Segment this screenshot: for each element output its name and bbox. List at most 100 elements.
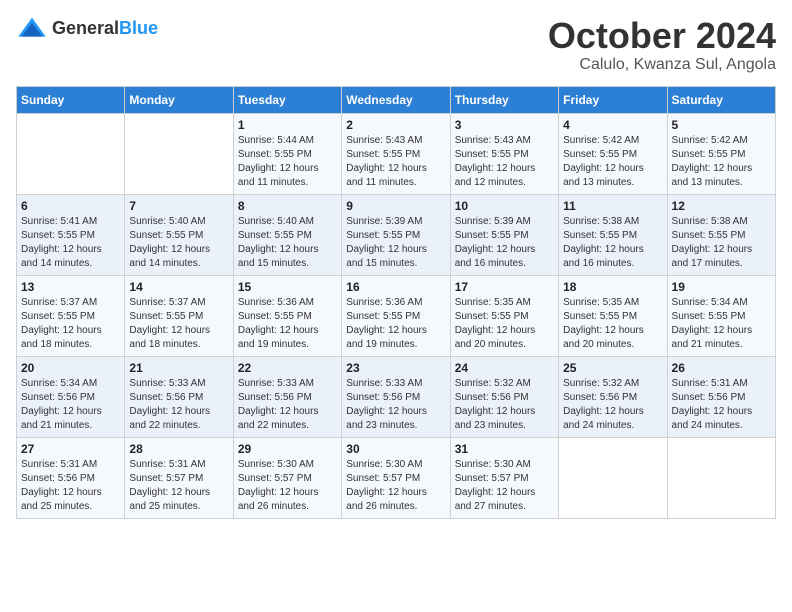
week-row-5: 27Sunrise: 5:31 AMSunset: 5:56 PMDayligh… <box>17 437 776 518</box>
calendar-cell: 7 Sunrise: 5:40 AMSunset: 5:55 PMDaylight… <box>125 194 233 275</box>
week-row-2: 6 Sunrise: 5:41 AMSunset: 5:55 PMDaylight… <box>17 194 776 275</box>
day-number: 19 <box>672 280 771 294</box>
calendar-cell: 2 Sunrise: 5:43 AMSunset: 5:55 PMDaylight… <box>342 113 450 194</box>
title-area: October 2024 Calulo, Kwanza Sul, Angola <box>548 16 776 74</box>
day-number: 9 <box>346 199 445 213</box>
day-detail: Sunrise: 5:44 AMSunset: 5:55 PMDaylight:… <box>238 134 337 190</box>
day-number: 29 <box>238 442 337 456</box>
calendar-cell: 21Sunrise: 5:33 AMSunset: 5:56 PMDayligh… <box>125 356 233 437</box>
weekday-header-wednesday: Wednesday <box>342 86 450 113</box>
calendar-cell: 10 Sunrise: 5:39 AMSunset: 5:55 PMDayligh… <box>450 194 558 275</box>
day-detail: Sunrise: 5:36 AMSunset: 5:55 PMDaylight:… <box>346 296 445 352</box>
week-row-4: 20Sunrise: 5:34 AMSunset: 5:56 PMDayligh… <box>17 356 776 437</box>
logo-icon <box>16 16 48 40</box>
calendar-cell: 22 Sunrise: 5:33 AMSunset: 5:56 PMDayligh… <box>233 356 341 437</box>
weekday-header-tuesday: Tuesday <box>233 86 341 113</box>
calendar-cell: 28 Sunrise: 5:31 AMSunset: 5:57 PMDayligh… <box>125 437 233 518</box>
day-number: 10 <box>455 199 554 213</box>
day-number: 6 <box>21 199 120 213</box>
calendar-cell <box>17 113 125 194</box>
day-detail: Sunrise: 5:32 AMSunset: 5:56 PMDaylight:… <box>455 377 554 433</box>
calendar-cell: 1Sunrise: 5:44 AMSunset: 5:55 PMDaylight… <box>233 113 341 194</box>
day-detail: Sunrise: 5:33 AMSunset: 5:56 PMDaylight:… <box>346 377 445 433</box>
logo: GeneralBlue <box>16 16 158 40</box>
day-number: 12 <box>672 199 771 213</box>
day-detail: Sunrise: 5:33 AMSunset: 5:56 PMDaylight:… <box>238 377 337 433</box>
calendar-cell <box>667 437 775 518</box>
calendar-cell: 31 Sunrise: 5:30 AMSunset: 5:57 PMDayligh… <box>450 437 558 518</box>
day-number: 31 <box>455 442 554 456</box>
day-detail: Sunrise: 5:38 AMSunset: 5:55 PMDaylight:… <box>672 215 771 271</box>
day-number: 7 <box>129 199 228 213</box>
weekday-header-monday: Monday <box>125 86 233 113</box>
day-detail: Sunrise: 5:30 AMSunset: 5:57 PMDaylight:… <box>455 458 554 514</box>
calendar-cell: 24 Sunrise: 5:32 AMSunset: 5:56 PMDayligh… <box>450 356 558 437</box>
weekday-header-friday: Friday <box>559 86 667 113</box>
calendar-cell: 30 Sunrise: 5:30 AMSunset: 5:57 PMDayligh… <box>342 437 450 518</box>
calendar-cell: 26 Sunrise: 5:31 AMSunset: 5:56 PMDayligh… <box>667 356 775 437</box>
day-detail: Sunrise: 5:35 AMSunset: 5:55 PMDaylight:… <box>563 296 662 352</box>
day-detail: Sunrise: 5:31 AMSunset: 5:57 PMDaylight:… <box>129 458 228 514</box>
day-number: 17 <box>455 280 554 294</box>
day-detail: Sunrise: 5:32 AMSunset: 5:56 PMDaylight:… <box>563 377 662 433</box>
day-number: 26 <box>672 361 771 375</box>
day-number: 30 <box>346 442 445 456</box>
location-subtitle: Calulo, Kwanza Sul, Angola <box>548 56 776 74</box>
calendar-cell: 4 Sunrise: 5:42 AMSunset: 5:55 PMDaylight… <box>559 113 667 194</box>
calendar-cell: 9 Sunrise: 5:39 AMSunset: 5:55 PMDaylight… <box>342 194 450 275</box>
calendar-cell <box>125 113 233 194</box>
day-detail: Sunrise: 5:31 AMSunset: 5:56 PMDaylight:… <box>21 458 120 514</box>
day-number: 18 <box>563 280 662 294</box>
week-row-3: 13 Sunrise: 5:37 AMSunset: 5:55 PMDayligh… <box>17 275 776 356</box>
weekday-header-saturday: Saturday <box>667 86 775 113</box>
calendar-table: SundayMondayTuesdayWednesdayThursdayFrid… <box>16 86 776 519</box>
day-number: 5 <box>672 118 771 132</box>
day-number: 24 <box>455 361 554 375</box>
day-number: 23 <box>346 361 445 375</box>
weekday-header-thursday: Thursday <box>450 86 558 113</box>
day-detail: Sunrise: 5:30 AMSunset: 5:57 PMDaylight:… <box>346 458 445 514</box>
day-detail: Sunrise: 5:43 AMSunset: 5:55 PMDaylight:… <box>455 134 554 190</box>
day-number: 28 <box>129 442 228 456</box>
day-number: 22 <box>238 361 337 375</box>
weekday-header-sunday: Sunday <box>17 86 125 113</box>
logo-text-general: General <box>52 18 119 38</box>
day-detail: Sunrise: 5:39 AMSunset: 5:55 PMDaylight:… <box>455 215 554 271</box>
calendar-cell: 14Sunrise: 5:37 AMSunset: 5:55 PMDayligh… <box>125 275 233 356</box>
calendar-cell: 23 Sunrise: 5:33 AMSunset: 5:56 PMDayligh… <box>342 356 450 437</box>
day-detail: Sunrise: 5:37 AMSunset: 5:55 PMDaylight:… <box>129 296 228 352</box>
calendar-cell: 18 Sunrise: 5:35 AMSunset: 5:55 PMDayligh… <box>559 275 667 356</box>
day-number: 2 <box>346 118 445 132</box>
page-header: GeneralBlue October 2024 Calulo, Kwanza … <box>16 16 776 74</box>
calendar-cell: 16 Sunrise: 5:36 AMSunset: 5:55 PMDayligh… <box>342 275 450 356</box>
calendar-cell: 3 Sunrise: 5:43 AMSunset: 5:55 PMDaylight… <box>450 113 558 194</box>
day-detail: Sunrise: 5:41 AMSunset: 5:55 PMDaylight:… <box>21 215 120 271</box>
calendar-cell: 11Sunrise: 5:38 AMSunset: 5:55 PMDayligh… <box>559 194 667 275</box>
day-detail: Sunrise: 5:34 AMSunset: 5:55 PMDaylight:… <box>672 296 771 352</box>
day-number: 11 <box>563 199 662 213</box>
day-detail: Sunrise: 5:39 AMSunset: 5:55 PMDaylight:… <box>346 215 445 271</box>
day-detail: Sunrise: 5:40 AMSunset: 5:55 PMDaylight:… <box>129 215 228 271</box>
day-number: 16 <box>346 280 445 294</box>
day-number: 20 <box>21 361 120 375</box>
day-number: 4 <box>563 118 662 132</box>
day-detail: Sunrise: 5:42 AMSunset: 5:55 PMDaylight:… <box>563 134 662 190</box>
calendar-cell: 27Sunrise: 5:31 AMSunset: 5:56 PMDayligh… <box>17 437 125 518</box>
calendar-cell: 20Sunrise: 5:34 AMSunset: 5:56 PMDayligh… <box>17 356 125 437</box>
day-detail: Sunrise: 5:37 AMSunset: 5:55 PMDaylight:… <box>21 296 120 352</box>
calendar-cell: 29Sunrise: 5:30 AMSunset: 5:57 PMDayligh… <box>233 437 341 518</box>
calendar-cell: 15Sunrise: 5:36 AMSunset: 5:55 PMDayligh… <box>233 275 341 356</box>
calendar-cell: 17Sunrise: 5:35 AMSunset: 5:55 PMDayligh… <box>450 275 558 356</box>
calendar-cell: 13 Sunrise: 5:37 AMSunset: 5:55 PMDayligh… <box>17 275 125 356</box>
calendar-cell: 19 Sunrise: 5:34 AMSunset: 5:55 PMDayligh… <box>667 275 775 356</box>
day-detail: Sunrise: 5:40 AMSunset: 5:55 PMDaylight:… <box>238 215 337 271</box>
weekday-header-row: SundayMondayTuesdayWednesdayThursdayFrid… <box>17 86 776 113</box>
calendar-cell: 12 Sunrise: 5:38 AMSunset: 5:55 PMDayligh… <box>667 194 775 275</box>
day-detail: Sunrise: 5:42 AMSunset: 5:55 PMDaylight:… <box>672 134 771 190</box>
week-row-1: 1Sunrise: 5:44 AMSunset: 5:55 PMDaylight… <box>17 113 776 194</box>
day-number: 13 <box>21 280 120 294</box>
day-detail: Sunrise: 5:43 AMSunset: 5:55 PMDaylight:… <box>346 134 445 190</box>
day-detail: Sunrise: 5:31 AMSunset: 5:56 PMDaylight:… <box>672 377 771 433</box>
day-number: 3 <box>455 118 554 132</box>
calendar-cell <box>559 437 667 518</box>
